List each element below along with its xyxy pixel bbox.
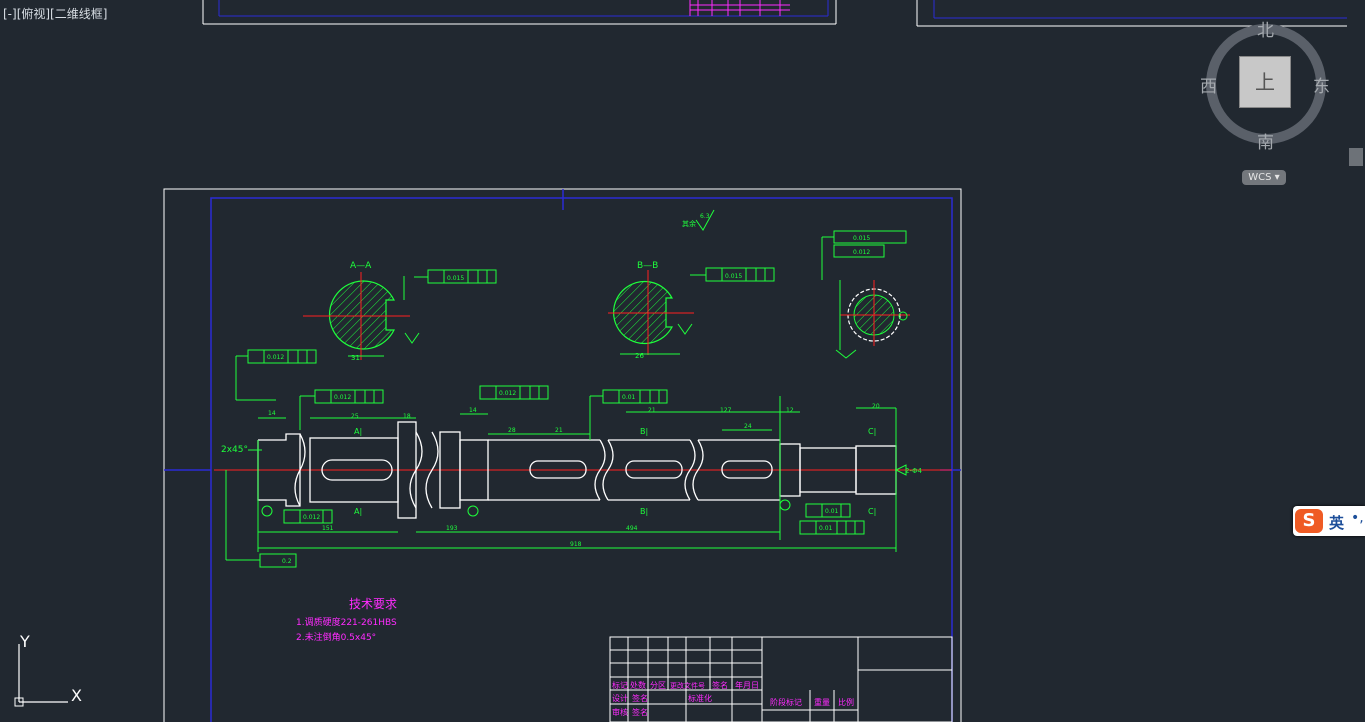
compass-east[interactable]: 东	[1313, 72, 1330, 97]
vertical-scrollbar[interactable]	[1347, 0, 1365, 722]
model-space[interactable]: A—A 31 0.015 B—B 26 0.015 0.015 0.012 其余…	[0, 0, 1365, 722]
top-sheet-left	[202, 0, 837, 25]
roughness-value: 6.3	[700, 213, 710, 220]
viewport-controls-label[interactable]: [-][俯视][二维线框]	[3, 5, 107, 22]
scrollbar-thumb[interactable]	[1349, 148, 1363, 166]
tol-gear-value: 0.015	[853, 235, 870, 242]
compass-west[interactable]: 西	[1200, 72, 1217, 97]
viewcube-top-face[interactable]: 上	[1239, 56, 1291, 108]
tol-a-value: 0.015	[447, 275, 464, 282]
section-a-dim: 31	[351, 354, 360, 362]
tolerance-frames	[235, 349, 907, 535]
top-sheet-title-block	[689, 0, 790, 16]
ucs-x-label: X	[71, 686, 82, 705]
compass-south[interactable]: 南	[1257, 128, 1274, 153]
section-a-title: A—A	[350, 261, 372, 271]
compass-north[interactable]: 北	[1257, 16, 1274, 41]
section-a-a	[303, 269, 497, 360]
section-b-dim: 26	[635, 352, 644, 360]
tol-gear2-value: 0.012	[853, 249, 870, 256]
sheet-inner-border	[210, 197, 953, 722]
wcs-menu-button[interactable]: WCS ▾	[1242, 170, 1286, 185]
section-b-b	[608, 267, 775, 355]
tol-b-value: 0.015	[725, 273, 742, 280]
sheet-outer-border	[163, 188, 962, 722]
title-block	[609, 636, 953, 722]
ime-punctuation-toggle[interactable]: •,	[1351, 510, 1364, 526]
ucs-y-label: Y	[20, 632, 30, 651]
ime-logo-icon[interactable]: S	[1295, 509, 1323, 533]
viewcube[interactable]: 北 南 西 东 上 WCS ▾	[1196, 14, 1336, 185]
ime-toolbar[interactable]: S 英 •,	[1293, 506, 1365, 536]
ime-language-toggle[interactable]: 英	[1329, 512, 1344, 533]
drawing-canvas[interactable]: A—A 31 0.015 B—B 26 0.015 0.015 0.012 其余…	[0, 0, 1365, 722]
section-b-title: B—B	[637, 261, 658, 271]
roughness-note: 其余	[682, 219, 696, 228]
dimension-lines	[225, 396, 897, 568]
